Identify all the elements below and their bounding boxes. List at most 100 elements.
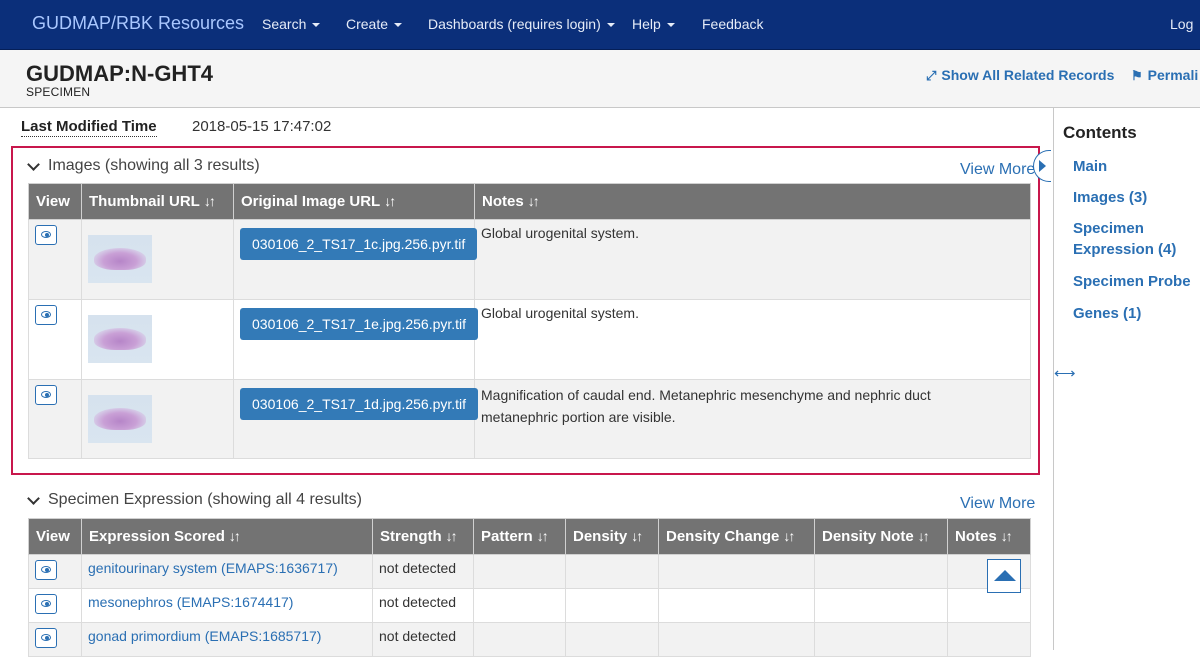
eye-icon[interactable] (35, 385, 57, 405)
col-expression-notes[interactable]: Notes ↓↑ (947, 518, 1031, 555)
original-image-button[interactable]: 030106_2_TS17_1e.jpg.256.pyr.tif (240, 308, 479, 340)
col-expression-notes-label: Notes (955, 528, 997, 545)
sort-icon[interactable]: ↓↑ (528, 193, 540, 209)
density-change-cell (658, 622, 815, 657)
col-strength[interactable]: Strength ↓↑ (372, 518, 474, 555)
show-all-related-records-link[interactable]: ⤢ Show All Related Records (926, 67, 1114, 84)
density-note-cell (814, 622, 948, 657)
nav-help-label: Help (632, 16, 661, 32)
thumbnail-image[interactable] (88, 395, 152, 443)
last-modified-label: Last Modified Time (21, 118, 157, 137)
sort-icon[interactable]: ↓↑ (537, 528, 549, 544)
record-title: GUDMAP:N-GHT4 (26, 61, 213, 86)
sort-icon[interactable]: ↓↑ (918, 528, 930, 544)
nav-create-menu[interactable]: Create (346, 16, 403, 32)
table-row: 030106_2_TS17_1c.jpg.256.pyr.tif Global … (28, 219, 1031, 300)
original-image-button[interactable]: 030106_2_TS17_1d.jpg.256.pyr.tif (240, 388, 479, 420)
expression-link[interactable]: genitourinary system (EMAPS:1636717) (88, 560, 338, 576)
nav-search-menu[interactable]: Search (262, 16, 321, 32)
col-strength-label: Strength (380, 528, 442, 545)
caret-down-icon (394, 23, 403, 28)
density-cell (565, 622, 659, 657)
bookmark-icon: ⚑ (1131, 68, 1143, 83)
nav-help-menu[interactable]: Help (632, 16, 675, 32)
col-density[interactable]: Density ↓↑ (565, 518, 659, 555)
sort-icon[interactable]: ↓↑ (384, 193, 396, 209)
toc-item-specimen-probe[interactable]: Specimen Probe (1073, 271, 1200, 292)
chevron-down-icon (27, 157, 40, 171)
eye-icon[interactable] (35, 594, 57, 614)
table-row: gonad primordium (EMAPS:1685717) not det… (28, 622, 1031, 657)
toc-item-genes[interactable]: Genes (1) (1073, 303, 1200, 324)
images-table: View Thumbnail URL ↓↑ Original Image URL ↓… (28, 183, 1031, 459)
view-cell (28, 588, 82, 623)
sort-icon[interactable]: ↓↑ (229, 528, 241, 544)
sort-icon[interactable]: ↓↑ (783, 528, 795, 544)
table-row: mesonephros (EMAPS:1674417) not detected (28, 588, 1031, 623)
thumbnail-image[interactable] (88, 315, 152, 363)
images-view-more-link[interactable]: View More (960, 161, 1035, 179)
col-view: View (28, 183, 82, 220)
images-section-toggle[interactable]: Images (showing all 3 results) (26, 157, 260, 175)
expression-link[interactable]: mesonephros (EMAPS:1674417) (88, 594, 293, 610)
original-image-cell: 030106_2_TS17_1c.jpg.256.pyr.tif (233, 219, 478, 300)
expression-cell: mesonephros (EMAPS:1674417) (81, 588, 373, 623)
view-cell (28, 554, 82, 589)
thumbnail-image[interactable] (88, 235, 152, 283)
col-density-note[interactable]: Density Note ↓↑ (814, 518, 948, 555)
resize-handle-icon[interactable]: ⟷ (1054, 364, 1076, 382)
col-view: View (28, 518, 82, 555)
original-image-button[interactable]: 030106_2_TS17_1c.jpg.256.pyr.tif (240, 228, 478, 260)
strength-cell: not detected (372, 554, 474, 589)
col-original-image-url[interactable]: Original Image URL ↓↑ (233, 183, 475, 220)
col-thumbnail-url[interactable]: Thumbnail URL ↓↑ (81, 183, 234, 220)
col-expression-scored[interactable]: Expression Scored ↓↑ (81, 518, 373, 555)
chevron-down-icon (27, 491, 40, 505)
main-content: Last Modified Time 2018-05-15 17:47:02 I… (0, 108, 1053, 657)
sort-icon[interactable]: ↓↑ (631, 528, 643, 544)
sort-icon[interactable]: ↓↑ (204, 193, 216, 209)
col-density-change[interactable]: Density Change ↓↑ (658, 518, 815, 555)
nav-dashboards-menu[interactable]: Dashboards (requires login) (428, 16, 615, 32)
toc-item-main[interactable]: Main (1073, 156, 1200, 177)
view-cell (28, 622, 82, 657)
expression-cell: genitourinary system (EMAPS:1636717) (81, 554, 373, 589)
expression-section-toggle[interactable]: Specimen Expression (showing all 4 resul… (26, 491, 362, 509)
nav-dashboards-label: Dashboards (requires login) (428, 16, 601, 32)
eye-icon[interactable] (35, 225, 57, 245)
login-link[interactable]: Log (1170, 16, 1193, 32)
pattern-cell (473, 554, 566, 589)
col-pattern[interactable]: Pattern ↓↑ (473, 518, 566, 555)
strength-cell: not detected (372, 588, 474, 623)
eye-icon[interactable] (35, 628, 57, 648)
expression-link[interactable]: gonad primordium (EMAPS:1685717) (88, 628, 321, 644)
col-view-label: View (36, 528, 70, 545)
col-density-note-label: Density Note (822, 528, 914, 545)
thumbnail-cell (81, 379, 234, 459)
table-row: 030106_2_TS17_1d.jpg.256.pyr.tif Magnifi… (28, 379, 1031, 459)
scroll-to-top-button[interactable] (987, 559, 1021, 593)
pattern-cell (473, 588, 566, 623)
eye-icon[interactable] (35, 305, 57, 325)
toc-item-images[interactable]: Images (3) (1073, 187, 1200, 208)
expression-section-title: Specimen Expression (showing all 4 resul… (48, 491, 362, 508)
specimen-blob (94, 248, 146, 270)
expression-view-more-link[interactable]: View More (960, 495, 1035, 513)
notes-cell (947, 622, 1031, 657)
col-notes[interactable]: Notes ↓↑ (474, 183, 1031, 220)
toc-item-specimen-expression[interactable]: Specimen Expression (4) (1073, 218, 1193, 260)
expand-arrows-icon: ⤢ (926, 68, 937, 83)
sort-icon[interactable]: ↓↑ (1001, 528, 1013, 544)
nav-create-label: Create (346, 16, 389, 32)
density-note-cell (814, 554, 948, 589)
permalink-link[interactable]: ⚑ Permali (1131, 67, 1198, 84)
eye-icon[interactable] (35, 560, 57, 580)
sort-icon[interactable]: ↓↑ (446, 528, 458, 544)
show-all-related-label: Show All Related Records (941, 67, 1115, 83)
notes-cell (947, 588, 1031, 623)
brand-link[interactable]: GUDMAP/RBK Resources (32, 13, 244, 34)
nav-feedback-link[interactable]: Feedback (702, 16, 763, 32)
original-image-cell: 030106_2_TS17_1d.jpg.256.pyr.tif (233, 379, 479, 459)
table-row: 030106_2_TS17_1e.jpg.256.pyr.tif Global … (28, 299, 1031, 380)
caret-down-icon (312, 23, 321, 28)
